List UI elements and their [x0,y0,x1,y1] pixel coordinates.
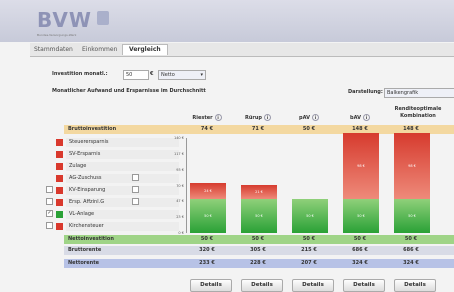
row-value: 50 € [353,236,367,242]
mode-value: Netto [161,72,175,78]
column-label: bAV [350,115,361,121]
info-icon[interactable]: i [264,114,271,121]
bar-label: 98 € [357,163,365,168]
y-tick-label: 70 € [176,183,184,188]
bar-label: 50 € [408,214,416,219]
bar-chart: 50 € 24 € 50 € 21 € 50 € 50 € 98 € 50 € 98 € [186,132,454,233]
row-value: 50 € [251,236,265,242]
legend-swatch [56,211,63,218]
y-tick-label: 23 € [176,215,184,220]
bar-label: 21 € [255,189,263,194]
logo: BVW [37,8,92,32]
info-icon[interactable]: i [362,114,370,121]
row-value: 324 € [403,260,419,266]
row-value: 50 € [302,236,316,242]
legend-swatch [56,163,63,170]
row-label: Nettorente [68,260,99,266]
column-header-bav: bAV i [335,114,385,121]
row-value: 50 € [200,236,214,242]
legend-swatch [56,187,63,194]
bruttorente-row: Bruttorente 320 € 305 € 215 € 686 € 686 … [64,246,454,255]
column-header-ruerup: Rürup i [233,114,283,121]
row-value: 71 € [251,126,265,132]
legend-label: AG-Zuschuss [66,174,179,183]
row-value: 228 € [250,260,266,266]
nettoinvestition-row: Nettoinvestition 50 € 50 € 50 € 50 € 50 … [64,235,454,244]
legend-label: KV-Einsparung [66,186,179,195]
details-button-kombination[interactable]: Details [394,279,436,292]
row-value: 686 € [403,247,419,253]
logo-icon [97,11,109,25]
legend-label: Ersp. Affzinl.G [66,198,179,207]
y-tick-label: 140 € [173,136,184,140]
checkbox[interactable] [132,174,139,181]
column-label: pAV [299,115,310,121]
checkbox[interactable] [132,186,139,193]
section-title: Monatlicher Aufwand und Ersparnisse im D… [52,88,206,94]
logo-subtitle: Bundes-Versorgungs-Werk [37,33,77,37]
row-value: 74 € [200,126,214,132]
details-button-bav[interactable]: Details [343,279,385,292]
legend-swatch [56,175,63,182]
column-label: Rürup [244,115,262,121]
bar-label: 50 € [255,214,263,219]
legend-swatch [56,151,63,158]
row-value: 50 € [404,236,418,242]
column-header-pav: pAV i [284,114,334,121]
checkbox[interactable] [46,222,53,229]
column-header-riester: Riester i [182,114,232,121]
row-value: 50 € [302,126,316,132]
info-icon[interactable]: i [311,114,319,121]
y-tick-label: 47 € [176,199,184,204]
y-tick-label: 117 € [173,151,184,156]
bar-label: 50 € [204,214,212,219]
investment-input[interactable]: 50 [123,70,149,80]
checkbox[interactable] [46,198,53,205]
legend-swatch [56,199,63,206]
details-button-ruerup[interactable]: Details [241,279,283,292]
row-label: Bruttorente [68,247,102,253]
nettorente-row: Nettorente 233 € 228 € 207 € 324 € 324 € [64,259,454,268]
checkbox[interactable] [132,198,139,205]
row-value: 324 € [352,260,368,266]
chevron-down-icon: ▾ [200,72,203,78]
legend-label: SV-Ersparnis [66,150,179,159]
bar-label: 50 € [306,214,314,219]
legend-swatch [56,223,63,230]
column-label: Riester [192,115,213,121]
tab-vergleich[interactable]: Vergleich [122,44,168,55]
row-value: 233 € [199,260,215,266]
checkbox[interactable] [46,186,53,193]
tab-bar: Stammdaten Einkommen Vergleich [30,43,454,57]
row-label: Nettoinvestition [68,236,114,242]
legend-label: Kirchensteuer [66,222,179,231]
bar-label: 24 € [204,188,212,193]
investment-label: Investition monatl.: [52,71,108,77]
bar-label: 50 € [357,214,365,219]
info-icon[interactable]: i [214,114,222,121]
row-value: 686 € [352,247,368,253]
row-value: 305 € [250,247,266,253]
row-label: Bruttoinvestition [68,126,117,132]
details-button-riester[interactable]: Details [190,279,232,292]
row-value: 320 € [199,247,215,253]
y-tick-label: 93 € [176,167,184,172]
legend-label: Zulage [66,162,179,171]
legend-label: VL-Anlage [66,210,179,219]
mode-select[interactable]: Netto ▾ [158,70,206,80]
currency-label: € [150,71,154,77]
legend-swatch [56,139,63,146]
legend-label: Steuerersparnis [66,138,179,147]
display-select[interactable]: Balkengrafik [384,88,454,98]
tab-stammdaten[interactable]: Stammdaten [34,45,73,55]
checkbox-checked[interactable]: ✓ [46,210,53,217]
row-value: 207 € [301,260,317,266]
tab-einkommen[interactable]: Einkommen [82,45,117,55]
row-value: 215 € [301,247,317,253]
column-header-kombination: Renditeoptimale Kombination [394,106,442,119]
bar-label: 98 € [408,163,416,168]
app-header: BVW Bundes-Versorgungs-Werk [0,0,454,42]
display-label: Darstellung: [348,89,383,95]
details-button-pav[interactable]: Details [292,279,334,292]
